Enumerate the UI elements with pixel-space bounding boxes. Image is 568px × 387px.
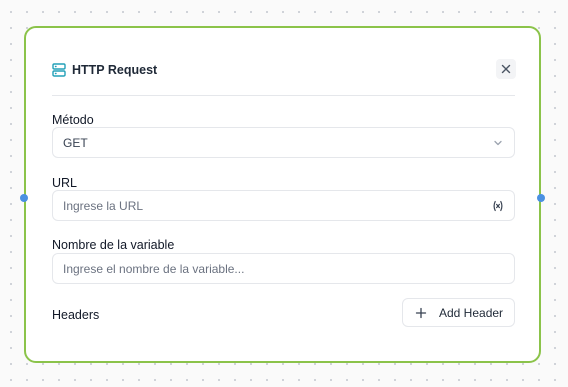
variable-name-label: Nombre de la variable (52, 238, 175, 252)
url-placeholder: Ingrese la URL (63, 199, 144, 213)
method-selected-value: GET (63, 136, 88, 150)
method-select[interactable]: GET (52, 127, 515, 158)
variable-name-input[interactable]: Ingrese el nombre de la variable... (52, 253, 515, 284)
node-header: HTTP Request (52, 55, 516, 96)
variable-icon[interactable] (492, 200, 504, 212)
output-connection-handle[interactable] (537, 194, 545, 202)
headers-label: Headers (52, 308, 100, 322)
server-icon (52, 63, 66, 77)
url-label: URL (52, 176, 78, 190)
close-icon (501, 64, 511, 74)
node-title: HTTP Request (72, 63, 158, 77)
add-header-button[interactable]: Add Header (402, 298, 515, 327)
input-connection-handle[interactable] (20, 194, 28, 202)
method-label: Método (52, 113, 94, 127)
url-input[interactable]: Ingrese la URL (52, 190, 515, 221)
chevron-down-icon (494, 140, 502, 146)
close-button[interactable] (496, 59, 516, 79)
variable-name-placeholder: Ingrese el nombre de la variable... (63, 262, 245, 276)
add-header-label: Add Header (439, 306, 504, 320)
http-request-node[interactable]: HTTP Request Método GET URL Ingrese la U… (20, 26, 545, 363)
plus-icon (415, 307, 427, 319)
